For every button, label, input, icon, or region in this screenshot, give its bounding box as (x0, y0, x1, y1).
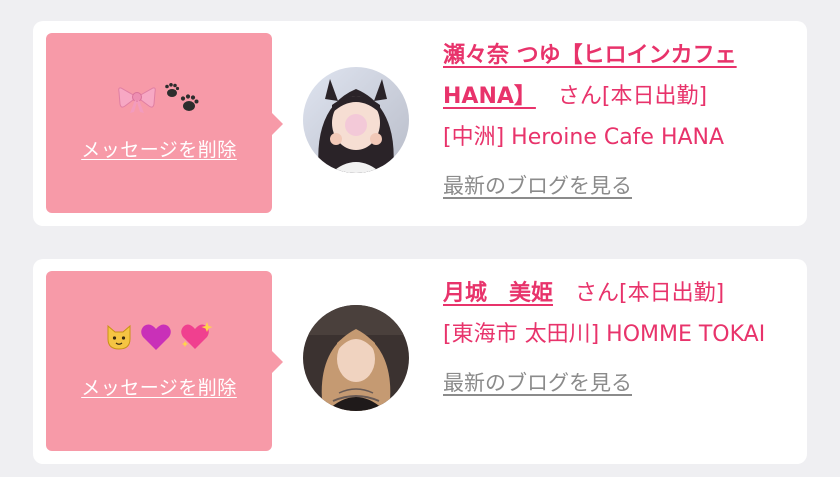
avatar[interactable] (303, 305, 409, 411)
sparkling-heart-icon (181, 322, 213, 349)
shop-name: [東海市 太田川] HOMME TOKAI (443, 322, 766, 347)
cast-info: 瀬々奈 つゆ【ヒロインカフェ HANA】 さん[本日出勤] [中洲] Heroin… (443, 35, 793, 207)
cast-info: 月城 美姫 さん[本日出勤] [東海市 太田川] HOMME TOKAI 最新のブ… (443, 273, 793, 404)
honorific: さん (557, 84, 602, 109)
latest-blog-link[interactable]: 最新のブログを見る (443, 363, 793, 404)
paw-prints-icon (164, 83, 199, 111)
message-box: メッセージを削除 (46, 33, 283, 213)
delete-message-link[interactable]: メッセージを削除 (46, 135, 272, 162)
cast-name-link[interactable]: 月城 美姫 (443, 281, 553, 306)
favorite-card: メッセージを削除 月城 美姫 さん[本日出勤] [東海市 太田川] HOMME T… (33, 259, 807, 464)
message-box: メッセージを削除 (46, 271, 283, 451)
work-status: [本日出勤] (601, 84, 708, 109)
cat-face-icon (107, 324, 131, 350)
latest-blog-link[interactable]: 最新のブログを見る (443, 166, 793, 207)
ribbon-icon (118, 87, 157, 113)
favorite-card: メッセージを削除 瀬々奈 つゆ【ヒロインカフェ HANA】 さん[本日出勤] [… (33, 21, 807, 226)
message-emojis (46, 83, 272, 115)
message-emojis (46, 321, 272, 353)
delete-message-link[interactable]: メッセージを削除 (46, 373, 272, 400)
shop-name: [中洲] Heroine Cafe HANA (443, 125, 725, 150)
avatar[interactable] (303, 67, 409, 173)
purple-heart-icon (141, 324, 171, 350)
work-status: [本日出勤] (619, 281, 725, 306)
honorific: さん (575, 281, 620, 306)
